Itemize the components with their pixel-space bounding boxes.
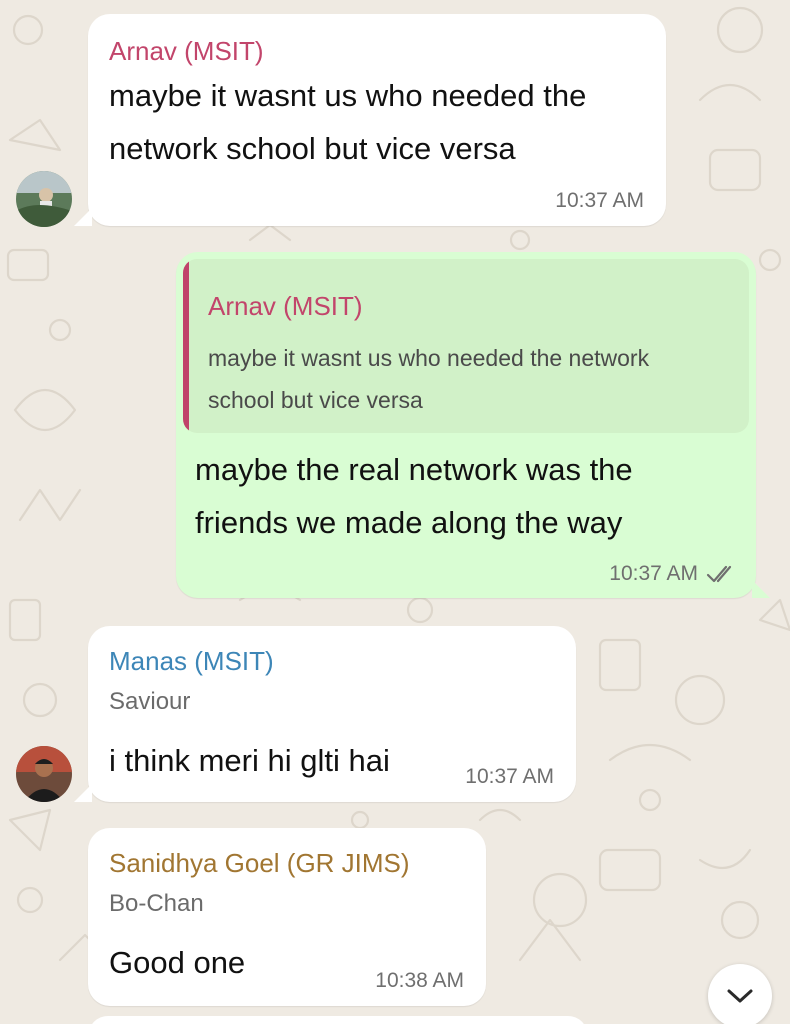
message-bubble-sanidhya[interactable]: Sanidhya Goel (GR JIMS) Bo-Chan Good one… bbox=[88, 828, 486, 1006]
message-time: 10:37 AM bbox=[465, 765, 554, 788]
message-bubble-manas[interactable]: Manas (MSIT) Saviour i think meri hi glt… bbox=[74, 626, 576, 802]
avatar-arnav[interactable] bbox=[16, 171, 72, 227]
chevron-down-icon bbox=[727, 989, 753, 1003]
message-bubble-arnav[interactable]: Arnav (MSIT) maybe it wasnt us who neede… bbox=[74, 14, 666, 226]
bubble-tail bbox=[752, 580, 770, 598]
quoted-text: maybe it wasnt us who needed the network… bbox=[208, 345, 650, 413]
bubble-tail bbox=[74, 784, 92, 802]
message-bubble-outgoing[interactable]: Arnav (MSIT) maybe it wasnt us who neede… bbox=[176, 252, 770, 598]
sender-name[interactable]: Manas (MSIT) bbox=[109, 646, 274, 677]
message-text: maybe the real network was the friends w… bbox=[195, 452, 633, 540]
scroll-to-bottom-button[interactable] bbox=[708, 964, 772, 1024]
message-text: Good one bbox=[109, 945, 246, 980]
bubble-tail bbox=[74, 208, 92, 226]
message-text: maybe it wasnt us who needed the network… bbox=[109, 78, 587, 166]
sender-name[interactable]: Arnav (MSIT) bbox=[109, 36, 264, 67]
message-time: 10:37 AM bbox=[555, 189, 644, 212]
avatar-image bbox=[16, 171, 72, 227]
message-time: 10:37 AM bbox=[609, 562, 698, 585]
message-time: 10:38 AM bbox=[375, 969, 464, 992]
message-bubble-next[interactable] bbox=[88, 1016, 588, 1024]
sender-name[interactable]: Sanidhya Goel (GR JIMS) bbox=[109, 848, 410, 879]
quoted-message[interactable]: Arnav (MSIT) maybe it wasnt us who neede… bbox=[183, 259, 749, 433]
avatar-manas[interactable] bbox=[16, 746, 72, 802]
quote-bar bbox=[183, 259, 189, 433]
quoted-sender-name: Arnav (MSIT) bbox=[208, 291, 363, 321]
avatar-image bbox=[16, 746, 72, 802]
sender-subtitle: Bo-Chan bbox=[109, 890, 204, 917]
message-text: i think meri hi glti hai bbox=[109, 743, 390, 778]
sender-subtitle: Saviour bbox=[109, 688, 191, 715]
double-check-icon bbox=[706, 565, 732, 583]
